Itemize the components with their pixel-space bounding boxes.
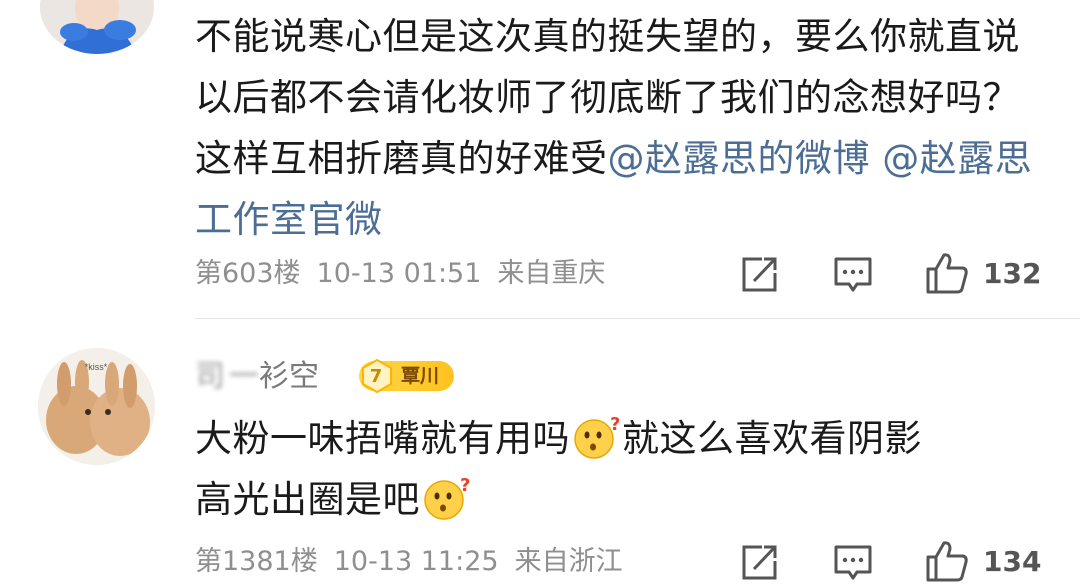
location: 来自重庆 [497,258,606,289]
like-icon[interactable] [924,250,970,296]
timestamp: 10-13 01:51 [316,258,482,289]
surprised-emoji-icon: ? [424,475,470,520]
repost-icon[interactable] [738,542,780,584]
repost-icon[interactable] [738,254,780,296]
comment-body-line1b: 就这么喜欢看阴影 [622,417,922,460]
fan-level: 7 [369,366,383,387]
username-obscured: 司 [195,359,225,394]
comment-divider [195,318,1080,319]
avatar-caption: *kiss* [85,362,108,372]
like-icon[interactable] [924,538,970,584]
location: 来自浙江 [514,546,623,577]
comment-thread: 不能说寒心但是这次真的挺失望的，要么你就直说以后都不会请化妆师了彻底断了我们的念… [0,0,1080,588]
like-count: 132 [983,257,1042,290]
comment-meta: 第603楼 10-13 01:51 来自重庆 [195,254,621,294]
fan-club-name: 覃川 [401,365,440,387]
svg-text:?: ? [460,475,470,496]
comment-text: 不能说寒心但是这次真的挺失望的，要么你就直说以后都不会请化妆师了彻底断了我们的念… [195,6,1055,250]
floor-number: 第603楼 [195,258,301,289]
comment-body-line1a: 大粉一味捂嘴就有用吗 [195,417,570,460]
comment-body-line2: 高光出圈是吧 [195,478,420,521]
comment-text: 大粉一味捂嘴就有用吗 ? 就这么喜欢看阴影 高光出圈是吧 ? [195,408,1055,530]
floor-number: 第1381楼 [195,546,318,577]
username-obscured-2: 一 [229,359,259,394]
timestamp: 10-13 11:25 [333,546,499,577]
comment-icon[interactable] [832,542,874,584]
like-count: 134 [983,545,1042,578]
avatar-illustration [40,0,154,54]
avatar[interactable]: *kiss* [38,348,155,465]
username[interactable]: 司一衫空 [195,355,319,399]
avatar-illustration: *kiss* [38,348,155,465]
mention-link[interactable]: @赵露思的微博 [608,137,871,180]
surprised-emoji-icon: ? [574,414,620,459]
svg-text:?: ? [610,414,620,435]
comment-icon[interactable] [832,254,874,296]
username-rest: 衫空 [259,359,319,394]
comment-meta: 第1381楼 10-13 11:25 来自浙江 [195,542,639,582]
fan-badge[interactable]: 7 覃川 [359,359,454,393]
avatar[interactable] [40,0,154,54]
